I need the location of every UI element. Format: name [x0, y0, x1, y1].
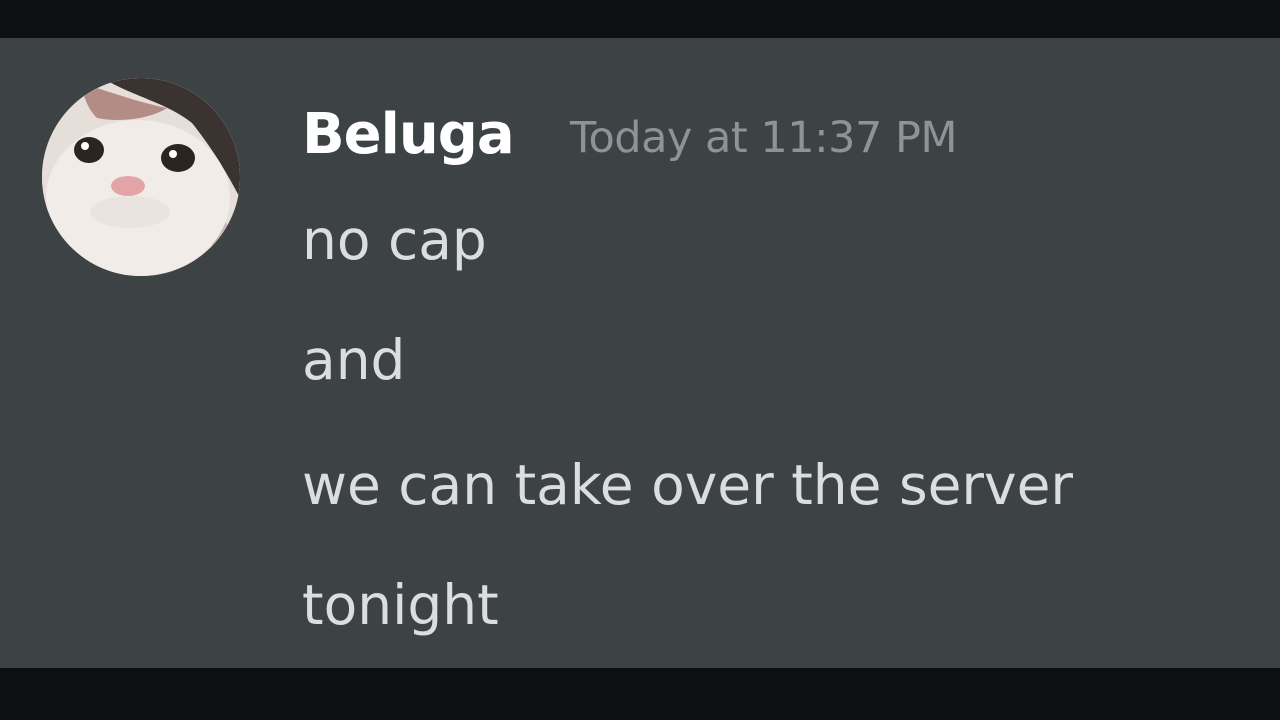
message-author[interactable]: Beluga: [302, 97, 515, 173]
message-line: no cap: [302, 208, 487, 272]
message-line: we can take over the server: [302, 453, 1074, 517]
message-line: tonight: [302, 573, 499, 637]
user-avatar[interactable]: [42, 78, 240, 276]
video-frame: Beluga Today at 11:37 PM no cap and we c…: [0, 0, 1280, 720]
letterbox-bottom: [0, 668, 1280, 720]
letterbox-top: [0, 0, 1280, 38]
message-line: and: [302, 328, 406, 392]
message-timestamp: Today at 11:37 PM: [570, 113, 958, 163]
cat-face-icon: [42, 78, 240, 276]
